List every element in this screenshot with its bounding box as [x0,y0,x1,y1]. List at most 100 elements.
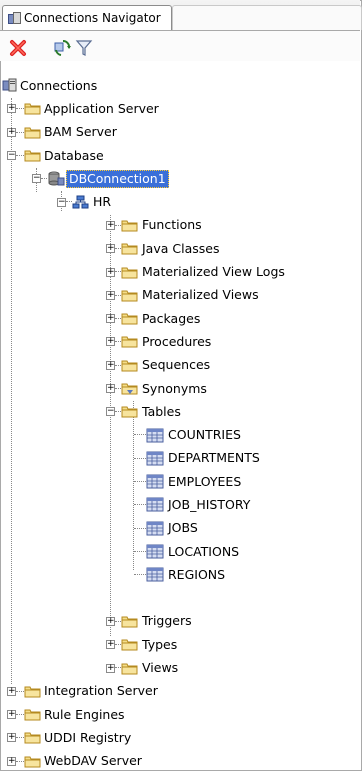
tree-node-types[interactable]: + Types [0,633,360,656]
expand-toggle[interactable]: + [106,663,115,673]
tree-node-dbconnection1[interactable]: − DBConnection1 [0,167,360,190]
folder-icon [24,730,42,745]
table-icon [146,497,164,512]
expand-toggle[interactable]: + [7,710,16,720]
tree-node-hr[interactable]: − HR [0,190,360,213]
tree-node-materialized-views[interactable]: + Materialized Views [0,284,360,307]
folder-icon [121,334,139,349]
tree-branch-line [134,504,146,506]
tree-node-database[interactable]: − Database [0,144,360,167]
filter-button[interactable] [74,38,94,58]
tree-node-packages[interactable]: + Packages [0,307,360,330]
tree-node-webdav-server[interactable]: + WebDAV Server [0,750,360,773]
expand-toggle[interactable]: + [106,314,115,324]
expand-toggle[interactable]: + [7,733,16,743]
tree-node-views[interactable]: + Views [0,656,360,679]
refresh-icon [54,39,71,56]
tree-node-label: Integration Server [44,683,158,699]
expand-toggle[interactable]: + [106,616,115,626]
tree-node-triggers[interactable]: + Triggers [0,610,360,633]
expand-toggle[interactable]: + [106,640,115,650]
tree-node-java-classes[interactable]: + Java Classes [0,237,360,260]
tree-node-table-countries[interactable]: COUNTRIES [0,423,360,446]
folder-icon [24,148,42,163]
tree-node-tables[interactable]: − Tables [0,400,360,423]
refresh-button[interactable] [52,38,72,58]
tree-node-table-job-history[interactable]: JOB_HISTORY [0,493,360,516]
tree-branch-line [16,108,24,110]
tree-node-application-server[interactable]: + Application Server [0,97,360,120]
filter-icon [75,40,93,56]
table-icon [146,567,164,582]
tree-node-label: BAM Server [44,124,117,140]
tree-node-materialized-view-logs[interactable]: + Materialized View Logs [0,260,360,283]
tree-node-procedures[interactable]: + Procedures [0,330,360,353]
tree-branch-line [134,457,146,459]
delete-button[interactable] [8,38,28,58]
tree-node-label: JOB_HISTORY [168,496,251,512]
expand-toggle[interactable]: + [7,127,16,137]
tree-node-label: Packages [142,310,201,326]
tab-bar-empty-area [172,5,362,30]
tree-node-label: Tables [142,403,181,419]
tree-node-label: Rule Engines [44,706,125,722]
tree-node-table-departments[interactable]: DEPARTMENTS [0,447,360,470]
folder-icon [121,311,139,326]
folder-icon [24,707,42,722]
tree-node-label: REGIONS [168,566,226,582]
tree-node-label: Procedures [142,333,212,349]
tree-node-label: Connections [20,77,98,93]
tree-branch-line [16,714,24,716]
folder-icon [24,125,42,140]
collapse-toggle[interactable]: − [7,151,16,161]
tree-node-table-jobs[interactable]: JOBS [0,517,360,540]
tree-branch-line [16,131,24,133]
tree-node-label: WebDAV Server [44,753,142,769]
tree-node-label: Java Classes [142,240,220,256]
table-icon [146,474,164,489]
tree-node-bam-server[interactable]: + BAM Server [0,121,360,144]
tree-node-label: Materialized Views [142,287,259,303]
tree-node-functions[interactable]: + Functions [0,214,360,237]
tree-branch-line [16,690,24,692]
tree-node-table-locations[interactable]: LOCATIONS [0,540,360,563]
tree-node-table-employees[interactable]: EMPLOYEES [0,470,360,493]
expand-toggle[interactable]: + [106,337,115,347]
collapse-toggle[interactable]: − [32,174,41,184]
tree-node-integration-server[interactable]: + Integration Server [0,680,360,703]
tree-node-label: Views [142,660,179,676]
collapse-toggle[interactable]: − [106,407,115,417]
tree-node-connections[interactable]: Connections [0,74,360,97]
tree-node-synonyms[interactable]: + Synonyms [0,377,360,400]
tree-node-label: COUNTRIES [168,427,241,443]
expand-toggle[interactable]: + [106,360,115,370]
delete-icon [10,40,26,56]
folder-icon [121,288,139,303]
expand-toggle[interactable]: + [106,384,115,393]
collapse-toggle[interactable]: − [57,197,66,207]
folder-icon [121,265,139,280]
tree-node-label: Database [44,147,104,163]
expand-toggle[interactable]: + [7,686,16,696]
tree-node-label: Sequences [142,357,211,373]
tab-connections-navigator[interactable]: Connections Navigator [2,5,172,30]
expand-toggle[interactable]: + [106,220,115,230]
tree-node-sequences[interactable]: + Sequences [0,354,360,377]
tree-node-label: EMPLOYEES [168,473,242,489]
table-icon [146,428,164,443]
tree-node-uddi-registry[interactable]: + UDDI Registry [0,726,360,749]
folder-icon [121,614,139,629]
tree-branch-line [134,550,146,552]
tree-branch-line [134,527,146,529]
expand-toggle[interactable]: + [106,267,115,277]
tree-node-label: Triggers [142,613,192,629]
tree-branch-line [134,434,146,436]
expand-toggle[interactable]: + [106,290,115,300]
tree-node-rule-engines[interactable]: + Rule Engines [0,703,360,726]
expand-toggle[interactable]: + [7,756,16,766]
expand-toggle[interactable]: + [106,244,115,254]
expand-toggle[interactable]: + [7,104,16,114]
tree-node-table-regions[interactable]: REGIONS [0,563,360,586]
folder-icon [121,404,139,419]
